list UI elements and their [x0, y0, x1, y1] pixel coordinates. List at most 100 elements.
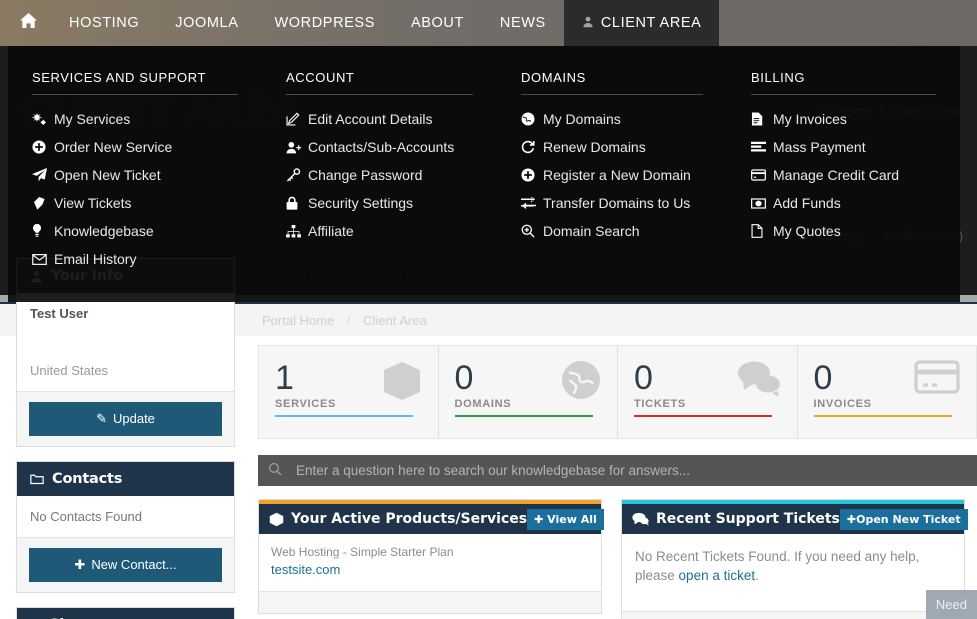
update-button[interactable]: ✎ Update — [29, 402, 222, 436]
refresh-icon — [521, 140, 543, 154]
stat-services-underline — [275, 415, 413, 417]
menu-item-email-history[interactable]: Email History — [32, 245, 262, 273]
menu-item-my-services[interactable]: My Services — [32, 105, 262, 133]
active-services-footer — [259, 591, 601, 613]
menu-item-transfer-domains[interactable]: Transfer Domains to Us — [521, 189, 727, 217]
menu-item-open-new-ticket[interactable]: Open New Ticket — [32, 161, 262, 189]
stat-domains[interactable]: 0 DOMAINS — [439, 346, 618, 438]
need-help-widget[interactable]: Need — [925, 590, 977, 619]
breadcrumb-portal-home[interactable]: Portal Home — [262, 313, 334, 328]
menu-item-change-password-label: Change Password — [308, 167, 423, 183]
menu-item-register-new-domain[interactable]: Register a New Domain — [521, 161, 727, 189]
breadcrumb-separator: / — [346, 313, 351, 328]
menu-item-manage-credit-card[interactable]: Manage Credit Card — [751, 161, 960, 189]
user-name: Test User — [30, 306, 89, 321]
menu-item-change-password[interactable]: Change Password — [286, 161, 497, 189]
edit-pencil-icon — [286, 112, 308, 126]
nav-item-client-area[interactable]: CLIENT AREA — [563, 0, 720, 46]
contacts-body: No Contacts Found — [17, 496, 234, 537]
new-contact-button[interactable]: ✚ New Contact... — [29, 548, 222, 582]
menu-item-my-invoices[interactable]: My Invoices — [751, 105, 960, 133]
recent-tickets-header: Recent Support Tickets ✚Open New Ticket — [622, 504, 968, 534]
main-content: 1 SERVICES 0 DOMAINS 0 TICKETS 0 INVOICE… — [258, 345, 977, 619]
menu-item-contacts-sub-accounts[interactable]: Contacts/Sub-Accounts — [286, 133, 497, 161]
menu-item-domain-search[interactable]: Domain Search — [521, 217, 727, 245]
file-text-icon — [751, 112, 773, 126]
menu-item-transfer-domains-label: Transfer Domains to Us — [543, 195, 691, 211]
paper-plane-icon — [32, 168, 54, 182]
open-ticket-link[interactable]: open a ticket — [679, 568, 756, 583]
search-icon — [268, 462, 282, 479]
lock-icon — [286, 196, 308, 210]
contacts-panel: Contacts No Contacts Found ✚ New Contact.… — [16, 461, 235, 593]
product-domain[interactable]: testsite.com — [271, 562, 589, 577]
open-new-ticket-button[interactable]: ✚Open New Ticket — [839, 508, 968, 530]
menu-item-edit-account-details[interactable]: Edit Account Details — [286, 105, 497, 133]
menu-item-knowledgebase-label: Knowledgebase — [54, 223, 154, 239]
active-services-body: Web Hosting - Simple Starter Plan testsi… — [259, 534, 601, 591]
menu-item-view-tickets[interactable]: View Tickets — [32, 189, 262, 217]
menu-item-affiliate[interactable]: Affiliate — [286, 217, 497, 245]
stats-row: 1 SERVICES 0 DOMAINS 0 TICKETS 0 INVOICE… — [258, 345, 977, 439]
menu-item-mass-payment[interactable]: Mass Payment — [751, 133, 960, 161]
recent-tickets-empty-post: . — [755, 568, 759, 583]
knowledgebase-search[interactable]: Enter a question here to search our know… — [258, 455, 977, 486]
stat-invoices[interactable]: 0 INVOICES — [798, 346, 977, 438]
recent-tickets-card: Recent Support Tickets ✚Open New Ticket … — [621, 499, 968, 619]
update-button-label: Update — [112, 411, 155, 426]
comments-icon — [632, 512, 649, 526]
menu-item-renew-domains[interactable]: Renew Domains — [521, 133, 727, 161]
envelope-icon — [32, 253, 54, 265]
nav-item-news[interactable]: NEWS — [482, 0, 564, 46]
menu-item-domain-search-label: Domain Search — [543, 223, 640, 239]
menu-item-order-new-service-label: Order New Service — [54, 139, 173, 155]
menu-item-mass-payment-label: Mass Payment — [773, 139, 866, 155]
new-contact-button-label: New Contact... — [91, 557, 177, 572]
menu-item-my-quotes[interactable]: My Quotes — [751, 217, 960, 245]
nav-item-client-area-label: CLIENT AREA — [600, 15, 702, 31]
user-icon — [582, 16, 594, 31]
stat-tickets[interactable]: 0 TICKETS — [618, 346, 798, 438]
top-navigation: HOSTING JOOMLA WORDPRESS ABOUT NEWS CLIE… — [0, 0, 977, 46]
menu-item-view-tickets-label: View Tickets — [54, 195, 132, 211]
menu-item-security-settings[interactable]: Security Settings — [286, 189, 497, 217]
nav-item-joomla-label: JOOMLA — [175, 15, 239, 31]
nav-item-joomla[interactable]: JOOMLA — [157, 0, 256, 46]
contacts-panel-header: Contacts — [17, 462, 234, 496]
lightbulb-icon — [32, 224, 54, 238]
gears-icon — [32, 112, 54, 126]
money-icon — [751, 197, 773, 209]
menu-item-add-funds-label: Add Funds — [773, 195, 841, 211]
nav-item-hosting[interactable]: HOSTING — [51, 0, 157, 46]
menu-item-my-domains-label: My Domains — [543, 111, 621, 127]
stat-invoices-underline — [813, 415, 952, 417]
menu-item-knowledgebase[interactable]: Knowledgebase — [32, 217, 262, 245]
menu-item-renew-domains-label: Renew Domains — [543, 139, 646, 155]
nav-item-about[interactable]: ABOUT — [393, 0, 482, 46]
cube-icon — [269, 512, 284, 527]
nav-item-wordpress[interactable]: WORDPRESS — [257, 0, 393, 46]
stat-invoices-label: INVOICES — [813, 398, 872, 410]
menu-item-manage-credit-card-label: Manage Credit Card — [773, 167, 900, 183]
stat-services[interactable]: 1 SERVICES — [259, 346, 439, 438]
active-services-card: Your Active Products/Services ✚ View All… — [258, 499, 604, 614]
nav-home-button[interactable] — [0, 0, 51, 46]
product-name: Web Hosting - Simple Starter Plan — [271, 545, 454, 559]
menu-item-edit-account-details-label: Edit Account Details — [308, 111, 433, 127]
your-info-footer: ✎ Update — [17, 391, 234, 446]
cube-icon — [382, 360, 422, 407]
breadcrumb-current: Client Area — [363, 313, 427, 328]
client-area-mega-menu: SERVICES AND SUPPORT My Services Order N… — [8, 42, 960, 302]
menu-item-order-new-service[interactable]: Order New Service — [32, 133, 262, 161]
menu-item-my-domains[interactable]: My Domains — [521, 105, 727, 133]
shortcuts-panel-header: Shortcuts — [17, 608, 234, 619]
view-all-services-button[interactable]: ✚ View All — [527, 508, 604, 530]
contacts-empty-text: No Contacts Found — [30, 509, 143, 524]
menu-item-add-funds[interactable]: Add Funds — [751, 189, 960, 217]
mega-column-billing: BILLING My Invoices Mass Payment Manage … — [727, 70, 960, 273]
menu-item-contacts-sub-accounts-label: Contacts/Sub-Accounts — [308, 139, 455, 155]
plus-circle-icon — [521, 168, 543, 182]
menu-item-affiliate-label: Affiliate — [308, 223, 354, 239]
home-icon — [20, 13, 37, 33]
contacts-panel-title: Contacts — [52, 471, 123, 487]
